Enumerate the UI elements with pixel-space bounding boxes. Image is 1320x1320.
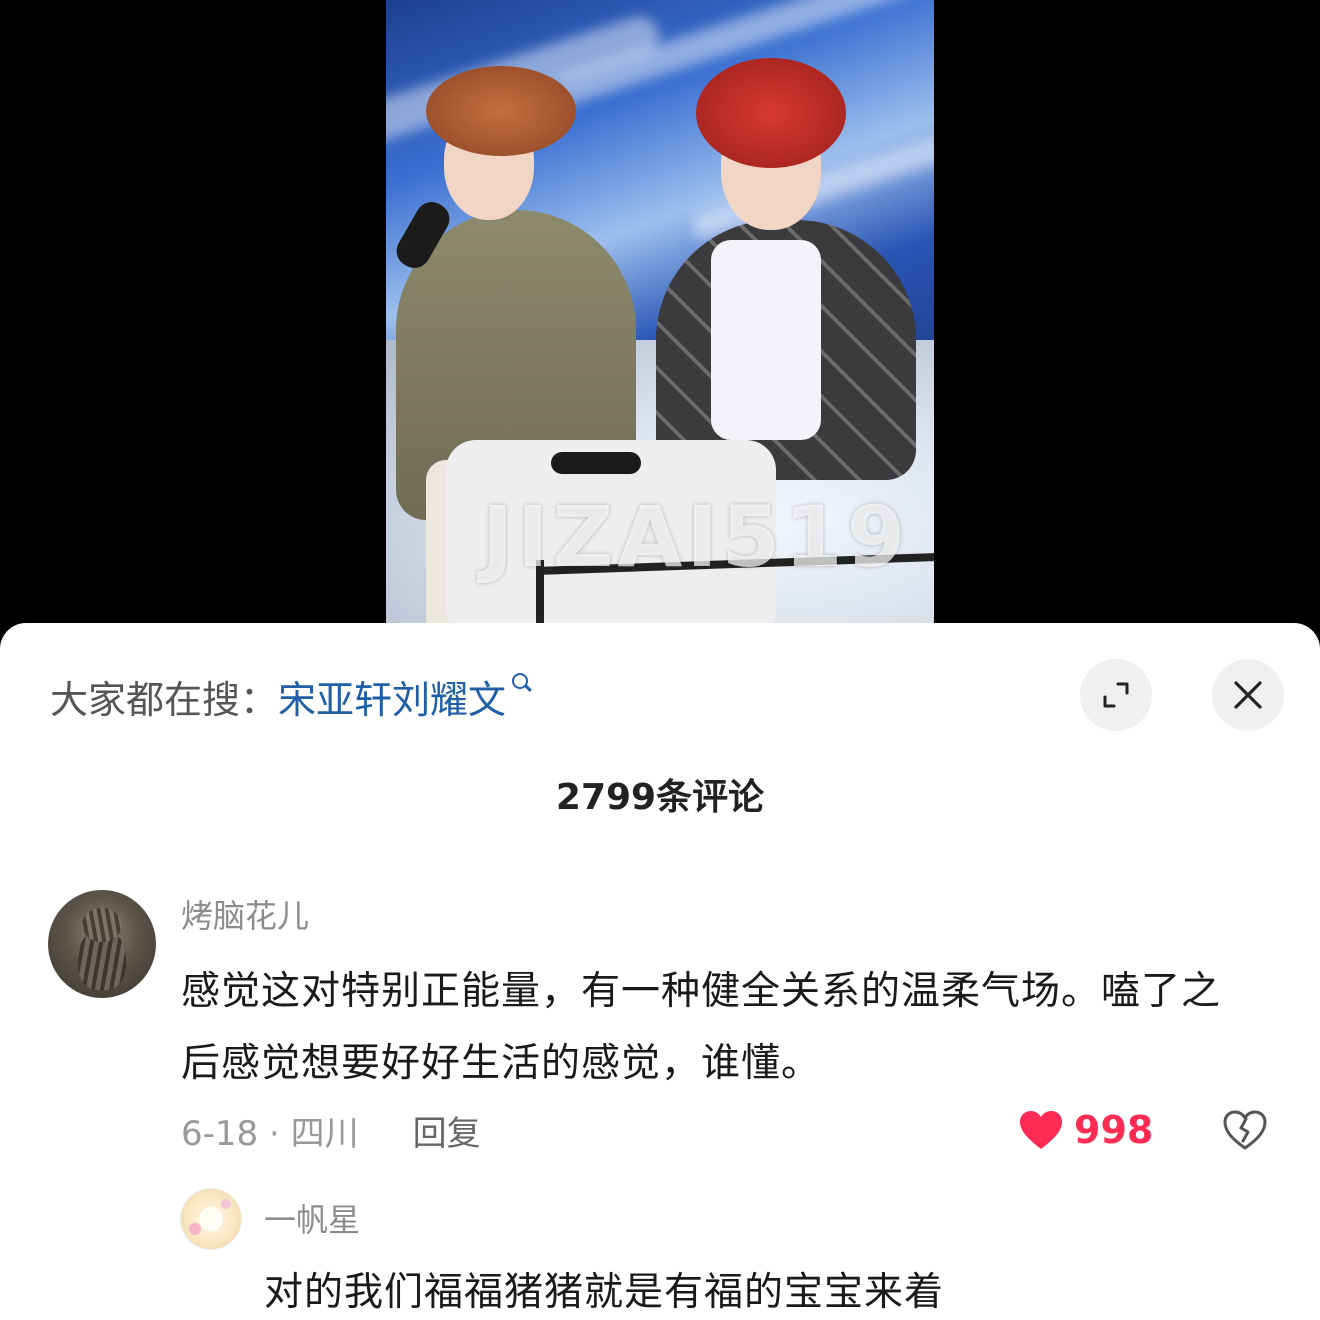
close-icon bbox=[1234, 681, 1262, 709]
expand-button[interactable] bbox=[1080, 659, 1152, 731]
comment-username[interactable]: 烤脑花儿 bbox=[181, 891, 309, 937]
cat-head bbox=[82, 908, 122, 942]
avatar[interactable] bbox=[48, 890, 156, 998]
like-count: 998 bbox=[1074, 1108, 1154, 1152]
like-button[interactable]: 998 bbox=[1018, 1107, 1153, 1153]
comment-count: 2799条评论 bbox=[555, 777, 765, 818]
screen: JIZAI519 大家都在搜： 宋亚轩刘耀文 2799条评论 烤脑花儿 感觉这对… bbox=[0, 0, 1320, 1320]
reply-username[interactable]: 一帆星 bbox=[264, 1195, 360, 1241]
watermark: JIZAI519 bbox=[482, 488, 910, 586]
reply-avatar[interactable] bbox=[180, 1188, 242, 1250]
heart-icon bbox=[1020, 1111, 1062, 1149]
close-button[interactable] bbox=[1212, 659, 1284, 731]
right-person-hair bbox=[696, 58, 846, 168]
comment-sheet: 大家都在搜： 宋亚轩刘耀文 2799条评论 烤脑花儿 感觉这对特别正能量，有一种… bbox=[0, 623, 1320, 1320]
avatar-flower bbox=[189, 1223, 201, 1235]
trending-search-prefix: 大家都在搜： bbox=[50, 677, 279, 722]
avatar-figure bbox=[199, 1207, 223, 1231]
comment-text: 感觉这对特别正能量，有一种健全关系的温柔气场。嗑了之后感觉想要好好生活的感觉，谁… bbox=[181, 969, 1222, 1086]
post-photo[interactable]: JIZAI519 bbox=[386, 0, 934, 640]
left-person-hair bbox=[426, 66, 576, 156]
broken-heart-icon[interactable] bbox=[1222, 1109, 1268, 1151]
expand-icon bbox=[1103, 682, 1129, 708]
comment-meta: 6-18 · 四川 回复 bbox=[181, 1106, 481, 1155]
right-person-tshirt bbox=[711, 240, 821, 440]
comment-date-location: 6-18 · 四川 bbox=[181, 1113, 359, 1154]
trending-search-term[interactable]: 宋亚轩刘耀文 bbox=[278, 669, 506, 724]
reply-button[interactable]: 回复 bbox=[413, 1106, 481, 1155]
search-icon bbox=[510, 671, 532, 701]
microphone bbox=[551, 452, 641, 474]
reply-text: 对的我们福福猪猪就是有福的宝宝来着 bbox=[264, 1270, 945, 1315]
avatar-flower bbox=[221, 1199, 231, 1209]
trending-search[interactable]: 大家都在搜： 宋亚轩刘耀文 bbox=[50, 669, 532, 724]
